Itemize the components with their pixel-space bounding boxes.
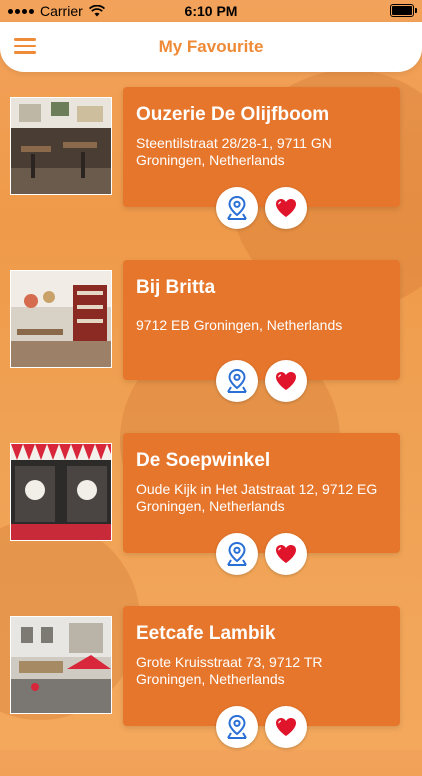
list-item[interactable]: De Soepwinkel Oude Kijk in Het Jatstraat… bbox=[0, 433, 422, 603]
list-item[interactable]: Eetcafe Lambik Grote Kruisstraat 73, 971… bbox=[0, 606, 422, 776]
map-pin-icon bbox=[227, 714, 247, 739]
heart-icon bbox=[276, 199, 296, 217]
restaurant-photo bbox=[10, 270, 112, 368]
restaurant-address: 9712 EB Groningen, Netherlands bbox=[136, 317, 343, 333]
restaurant-photo bbox=[10, 443, 112, 541]
favourite-button[interactable] bbox=[265, 360, 307, 402]
restaurant-name: Eetcafe Lambik bbox=[136, 623, 276, 644]
heart-icon bbox=[276, 545, 296, 563]
favourite-button[interactable] bbox=[265, 533, 307, 575]
restaurant-name: Bij Britta bbox=[136, 277, 216, 298]
map-location-button[interactable] bbox=[216, 187, 258, 229]
list-item[interactable]: Ouzerie De Olijfboom Steentilstraat 28/2… bbox=[0, 87, 422, 257]
app-header: My Favourite bbox=[0, 22, 422, 72]
favourite-button[interactable] bbox=[265, 706, 307, 748]
map-location-button[interactable] bbox=[216, 360, 258, 402]
map-pin-icon bbox=[227, 195, 247, 220]
heart-icon bbox=[276, 372, 296, 390]
map-pin-icon bbox=[227, 368, 247, 393]
map-location-button[interactable] bbox=[216, 533, 258, 575]
clock: 6:10 PM bbox=[184, 3, 238, 19]
map-location-button[interactable] bbox=[216, 706, 258, 748]
favourite-button[interactable] bbox=[265, 187, 307, 229]
battery-icon bbox=[390, 4, 417, 17]
map-pin-icon bbox=[227, 541, 247, 566]
restaurant-card[interactable]: Eetcafe Lambik Grote Kruisstraat 73, 971… bbox=[123, 606, 400, 726]
page-title: My Favourite bbox=[158, 37, 264, 56]
list-item[interactable]: Bij Britta 9712 EB Groningen, Netherland… bbox=[0, 260, 422, 430]
restaurant-name: Ouzerie De Olijfboom bbox=[136, 104, 330, 125]
restaurant-address: Grote Kruisstraat 73, 9712 TR Groningen,… bbox=[136, 654, 323, 687]
restaurant-card[interactable]: De Soepwinkel Oude Kijk in Het Jatstraat… bbox=[123, 433, 400, 553]
restaurant-address: Steentilstraat 28/28-1, 9711 GN Groninge… bbox=[136, 135, 332, 168]
heart-icon bbox=[276, 718, 296, 736]
restaurant-photo bbox=[10, 616, 112, 714]
restaurant-photo bbox=[10, 97, 112, 195]
restaurant-name: De Soepwinkel bbox=[136, 450, 271, 471]
restaurant-card[interactable]: Bij Britta 9712 EB Groningen, Netherland… bbox=[123, 260, 400, 380]
restaurant-address: Oude Kijk in Het Jatstraat 12, 9712 EG G… bbox=[136, 481, 378, 514]
status-bar: Carrier 6:10 PM bbox=[0, 0, 422, 22]
restaurant-card[interactable]: Ouzerie De Olijfboom Steentilstraat 28/2… bbox=[123, 87, 400, 207]
